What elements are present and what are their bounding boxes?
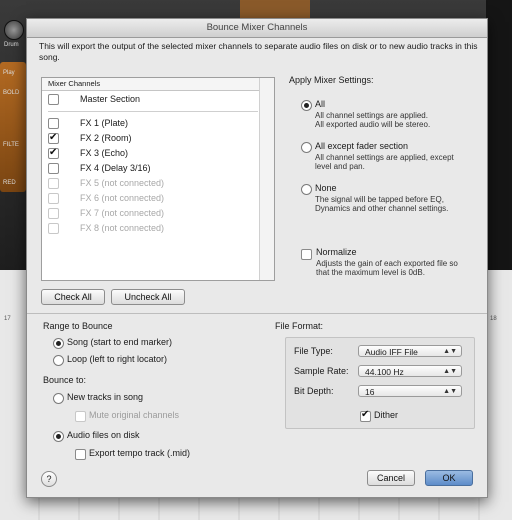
bold-tab: BOLD <box>3 90 20 96</box>
range-heading: Range to Bounce <box>43 321 113 331</box>
file-type-label: File Type: <box>294 346 333 356</box>
range-song-radio[interactable] <box>53 338 64 349</box>
file-type-popup[interactable]: Audio IFF File ▲▼ <box>358 345 462 357</box>
new-tracks-radio[interactable] <box>53 393 64 404</box>
new-tracks-label: New tracks in song <box>67 392 144 402</box>
apply-option-desc: Dynamics and other channel settings. <box>315 204 449 213</box>
apply-option-radio[interactable] <box>301 142 312 153</box>
apply-option-desc: The signal will be tapped before EQ, <box>315 195 444 204</box>
dialog-intro: This will export the output of the selec… <box>39 41 478 62</box>
popup-arrows-icon: ▲▼ <box>443 388 457 395</box>
bit-depth-label: Bit Depth: <box>294 386 334 396</box>
app-right-panel <box>486 0 512 270</box>
sample-rate-value: 44.100 Hz <box>365 367 404 377</box>
normalize-desc-1: Adjusts the gain of each exported file s… <box>316 259 458 268</box>
apply-option-radio[interactable] <box>301 100 312 111</box>
channel-checkbox[interactable] <box>48 131 59 145</box>
bounce-to-heading: Bounce to: <box>43 375 87 385</box>
channel-row[interactable]: Master Section <box>48 92 258 106</box>
apply-mixer-heading: Apply Mixer Settings: <box>289 75 374 85</box>
apply-option-desc: level and pan. <box>315 162 365 171</box>
red-label: RED <box>3 180 16 186</box>
ruler-mark-17: 17 <box>4 316 11 322</box>
channel-row[interactable]: FX 1 (Plate) <box>48 116 258 130</box>
normalize-desc-2: that the maximum level is 0dB. <box>316 268 425 277</box>
apply-option-desc: All exported audio will be stereo. <box>315 120 431 129</box>
channel-label: FX 7 (not connected) <box>80 208 165 218</box>
apply-option-desc: All channel settings are applied. <box>315 111 428 120</box>
audio-files-label: Audio files on disk <box>67 430 140 440</box>
mute-original-label: Mute original channels <box>89 410 180 420</box>
play-tab: Play <box>3 70 15 76</box>
apply-option-desc: All channel settings are applied, except <box>315 153 454 162</box>
check-all-button[interactable]: Check All <box>41 289 105 305</box>
section-divider <box>27 313 487 314</box>
sample-rate-popup[interactable]: 44.100 Hz ▲▼ <box>358 365 462 377</box>
channel-label: FX 5 (not connected) <box>80 178 165 188</box>
channel-checkbox[interactable] <box>48 146 59 160</box>
channel-checkbox <box>48 223 59 234</box>
range-loop-label: Loop (left to right locator) <box>67 354 168 364</box>
help-button[interactable]: ? <box>41 471 57 487</box>
popup-arrows-icon: ▲▼ <box>443 368 457 375</box>
channel-row[interactable]: FX 2 (Room) <box>48 131 258 145</box>
export-tempo-checkbox[interactable] <box>75 449 86 460</box>
audio-files-radio[interactable] <box>53 431 64 442</box>
file-type-value: Audio IFF File <box>365 347 418 357</box>
channel-label: FX 4 (Delay 3/16) <box>80 163 151 173</box>
app-header-strip <box>240 0 310 20</box>
apply-option-radio[interactable] <box>301 184 312 195</box>
drum-label: Drum <box>4 42 19 48</box>
cancel-button[interactable]: Cancel <box>367 470 415 486</box>
popup-arrows-icon: ▲▼ <box>443 348 457 355</box>
channel-row: FX 6 (not connected) <box>48 191 258 205</box>
list-separator <box>48 111 258 112</box>
channel-checkbox <box>48 208 59 219</box>
instrument-panel: Play BOLD FILTE RED <box>0 62 26 192</box>
channel-checkbox[interactable] <box>48 94 59 105</box>
channel-row[interactable]: FX 4 (Delay 3/16) <box>48 161 258 175</box>
range-song-label: Song (start to end marker) <box>67 337 173 347</box>
bit-depth-value: 16 <box>365 387 375 397</box>
apply-option-label: All except fader section <box>315 141 409 151</box>
sample-rate-label: Sample Rate: <box>294 366 349 376</box>
ruler-mark-18: 18 <box>490 316 497 322</box>
list-scrollbar[interactable] <box>259 78 274 280</box>
channel-label: FX 2 (Room) <box>80 133 132 143</box>
channel-checkbox[interactable] <box>48 163 59 174</box>
mute-original-checkbox[interactable] <box>75 411 86 422</box>
filter-label: FILTE <box>3 142 19 148</box>
file-format-panel: File Type: Audio IFF File ▲▼ Sample Rate… <box>285 337 475 429</box>
channel-label: FX 6 (not connected) <box>80 193 165 203</box>
file-format-heading: File Format: <box>275 321 324 331</box>
channel-label: Master Section <box>80 94 141 104</box>
dither-label: Dither <box>374 410 399 420</box>
normalize-label: Normalize <box>316 247 357 257</box>
drum-knob[interactable] <box>4 20 24 40</box>
channel-label: FX 8 (not connected) <box>80 223 165 233</box>
list-header: Mixer Channels <box>42 78 274 91</box>
channel-label: FX 3 (Echo) <box>80 148 129 158</box>
channel-checkbox <box>48 193 59 204</box>
channel-checkbox[interactable] <box>48 118 59 129</box>
channel-row: FX 5 (not connected) <box>48 176 258 190</box>
apply-option-label: All <box>315 99 326 109</box>
ok-button[interactable]: OK <box>425 470 473 486</box>
channel-row: FX 7 (not connected) <box>48 206 258 220</box>
channel-checkbox <box>48 178 59 189</box>
normalize-checkbox[interactable] <box>301 249 312 260</box>
dither-checkbox[interactable] <box>360 409 371 422</box>
uncheck-all-button[interactable]: Uncheck All <box>111 289 185 305</box>
bounce-dialog: Bounce Mixer Channels This will export t… <box>26 18 488 498</box>
range-loop-radio[interactable] <box>53 355 64 366</box>
channel-row: FX 8 (not connected) <box>48 221 258 235</box>
dialog-title: Bounce Mixer Channels <box>27 19 487 38</box>
mixer-channel-list[interactable]: Mixer Channels Master Section FX 1 (Plate… <box>41 77 275 281</box>
bit-depth-popup[interactable]: 16 ▲▼ <box>358 385 462 397</box>
apply-option-label: None <box>315 183 337 193</box>
channel-label: FX 1 (Plate) <box>80 118 129 128</box>
export-tempo-label: Export tempo track (.mid) <box>89 448 191 458</box>
channel-row[interactable]: FX 3 (Echo) <box>48 146 258 160</box>
